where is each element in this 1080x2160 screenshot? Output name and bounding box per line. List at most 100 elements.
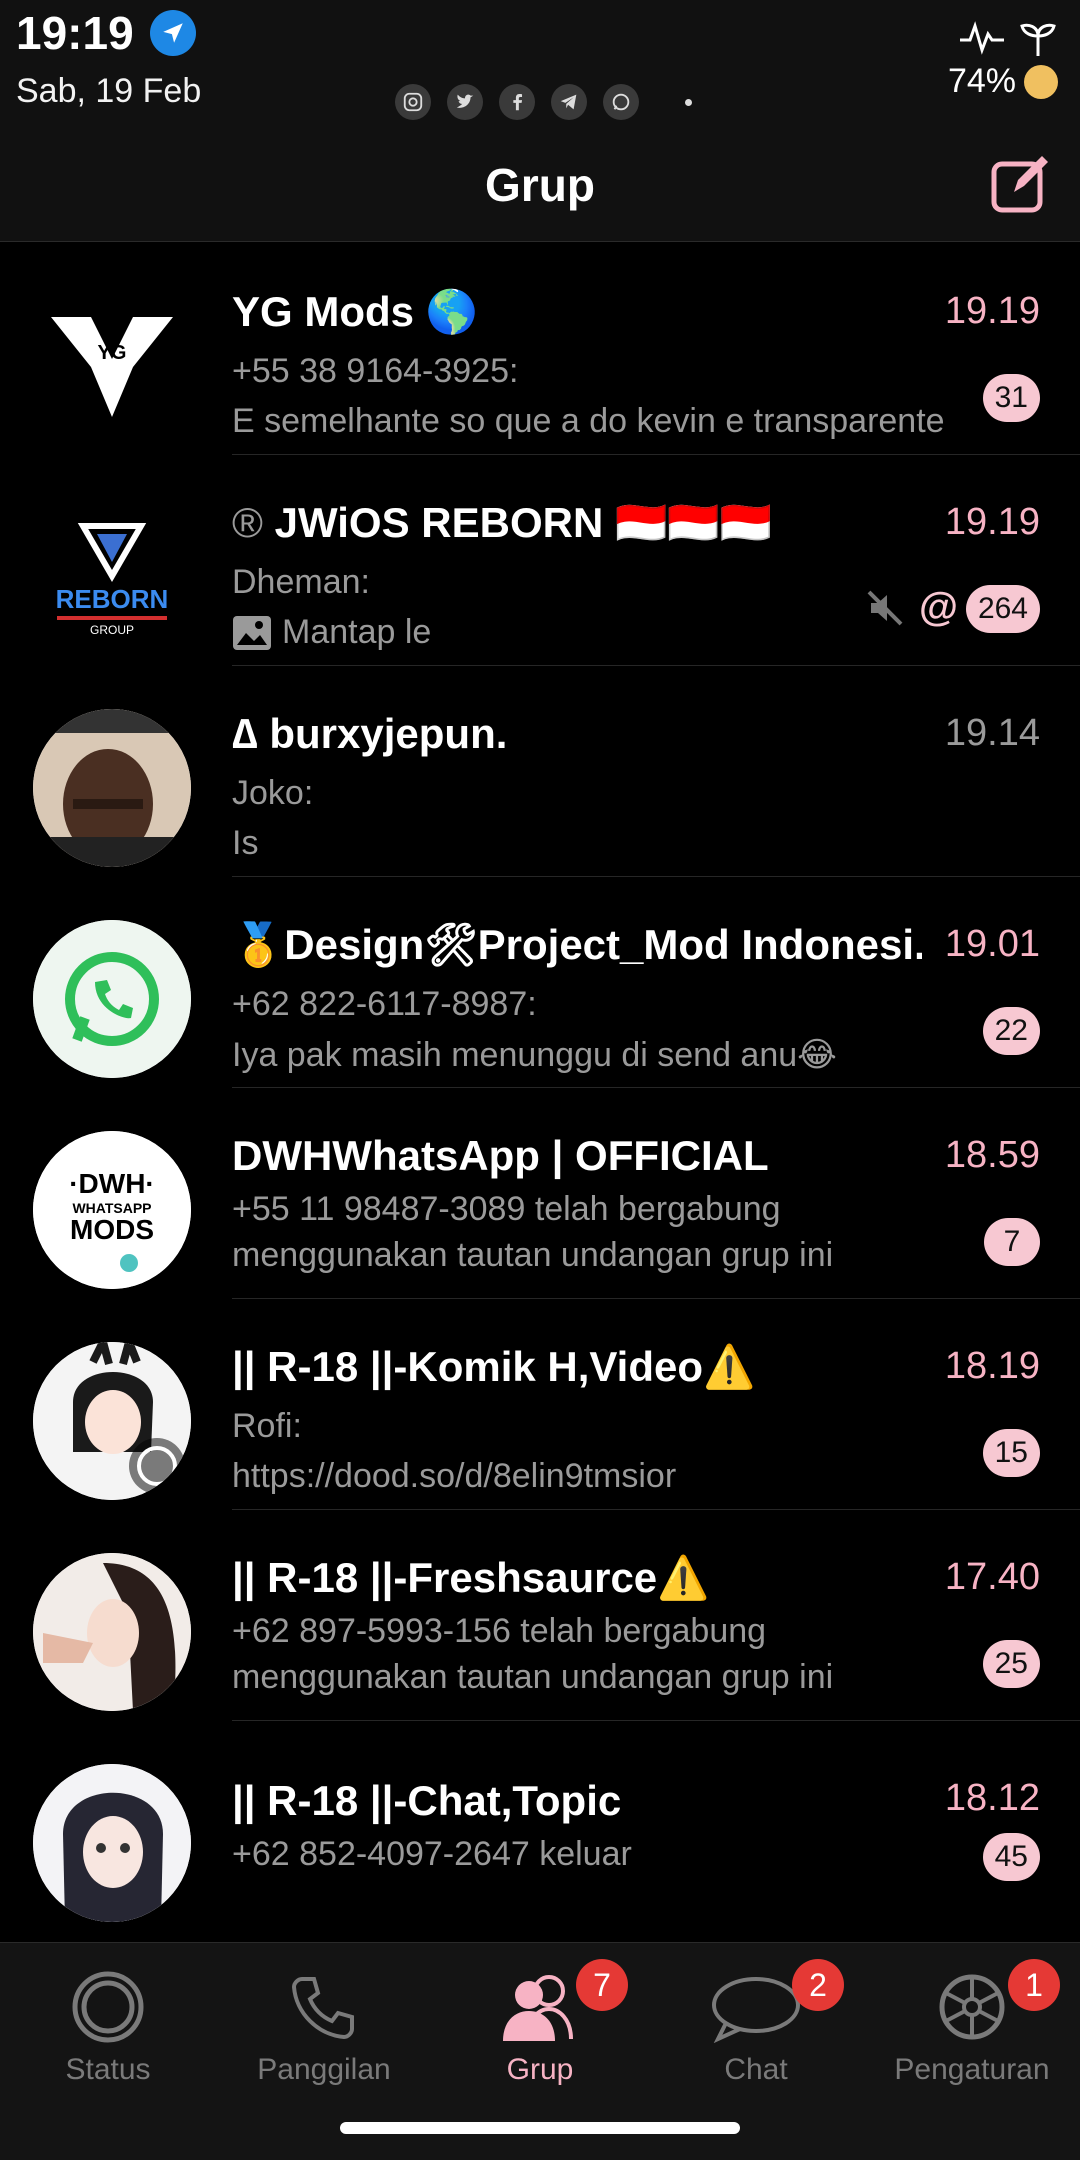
battery-percent: 74%	[947, 62, 1016, 100]
chat-row[interactable]: REBORN GROUP ® JWiOS REBORN 🇮🇩🇮🇩🇮🇩 19.19…	[0, 455, 1080, 666]
chat-time: 17.40	[944, 1556, 1040, 1598]
tab-settings[interactable]: Pengaturan 1	[864, 1959, 1080, 2087]
unread-badge: 7	[984, 1218, 1040, 1266]
avatar	[33, 1553, 191, 1711]
telegram-icon	[551, 84, 587, 120]
chat-preview-text: Mantap le	[282, 613, 432, 651]
tab-label: Panggilan	[257, 2053, 391, 2086]
chat-sender: +62 822-6117-8987:	[232, 985, 537, 1023]
chat-preview: +55 11 98487-3089 telah bergabung	[232, 1190, 781, 1228]
chat-title-text: JWiOS REBORN 🇮🇩🇮🇩🇮🇩	[274, 499, 772, 546]
chat-time: 19.14	[944, 712, 1040, 754]
home-indicator[interactable]	[340, 2122, 740, 2134]
chat-row[interactable]: ∆ burxyjepun. 19.14 Joko: Is	[0, 666, 1080, 877]
unread-badge: 45	[982, 1833, 1040, 1881]
chat-row[interactable]: 🥇Design🛠Project_Mod Indonesi... 19.01 +6…	[0, 877, 1080, 1088]
chat-row[interactable]: ·DWH· WHATSAPP MODS DWHWhatsApp | OFFICI…	[0, 1088, 1080, 1299]
chat-preview: menggunakan tautan undangan grup ini	[232, 1658, 834, 1696]
chat-time: 19.01	[944, 923, 1040, 965]
unread-badge: 25	[982, 1640, 1040, 1688]
avatar	[33, 709, 191, 867]
chat-preview: E semelhante so que a do kevin e transpa…	[232, 402, 945, 440]
chat-title: ∆ burxyjepun.	[232, 710, 508, 757]
whatsapp-icon	[603, 84, 639, 120]
chat-preview: https://dood.so/d/8elin9tmsior	[232, 1457, 677, 1495]
chat-preview: +62 852-4097-2647 keluar	[232, 1835, 632, 1873]
date: Sab, 19 Feb	[16, 72, 202, 110]
notification-icons	[395, 84, 692, 120]
chat-title: DWHWhatsApp | OFFICIAL	[232, 1132, 769, 1179]
avatar-logo-text: YG	[98, 342, 127, 364]
clock: 19:19	[16, 7, 134, 59]
chat-sender: Rofi:	[232, 1407, 302, 1445]
chat-title: 🥇Design🛠Project_Mod Indonesi...	[232, 921, 922, 968]
sprout-icon	[1020, 23, 1056, 56]
avatar	[33, 1764, 191, 1922]
tab-label: Grup	[506, 2053, 574, 2086]
chat-row[interactable]: || R-18 ||-Freshsaurce⚠️ 17.40 +62 897-5…	[0, 1510, 1080, 1721]
chat-sender: Dheman:	[232, 563, 370, 601]
unread-badge: 264	[965, 585, 1040, 633]
chat-preview: Mantap le	[232, 613, 972, 652]
chat-time: 18.19	[944, 1345, 1040, 1387]
system-icons	[958, 18, 1058, 58]
avatar: REBORN GROUP	[33, 498, 191, 656]
chat-title: ® JWiOS REBORN 🇮🇩🇮🇩🇮🇩	[232, 499, 922, 548]
status-bar: 19:19 Sab, 19 Feb 74%	[0, 0, 1080, 130]
tab-badge: 1	[1008, 1959, 1060, 2011]
chat-title: || R-18 ||-Chat,Topic	[232, 1777, 622, 1824]
mute-icon	[867, 590, 903, 625]
chat-row[interactable]: YG YG Mods 🌎 19.19 +55 38 9164-3925: E s…	[0, 244, 1080, 455]
chat-title: || R-18 ||-Freshsaurce⚠️	[232, 1554, 710, 1601]
instagram-icon	[395, 84, 431, 120]
avatar: YG	[33, 287, 191, 445]
chat-preview: Iya pak masih menunggu di send anu😂	[232, 1036, 837, 1074]
chat-preview: +62 897-5993-156 telah bergabung	[232, 1612, 767, 1650]
avatar-logo-text: MODS	[70, 1214, 154, 1245]
chat-time: 19.19	[944, 290, 1040, 332]
avatar-logo-subtext: GROUP	[90, 623, 134, 637]
chat-row[interactable]: || R-18 ||-Komik H,Video⚠️ 18.19 Rofi: h…	[0, 1299, 1080, 1510]
twitter-icon	[447, 84, 483, 120]
tab-chat[interactable]: Chat 2	[648, 1959, 864, 2087]
avatar	[33, 920, 191, 1078]
chat-title: || R-18 ||-Komik H,Video⚠️	[232, 1343, 756, 1390]
chat-title: YG Mods 🌎	[232, 288, 478, 335]
chat-time: 19.19	[944, 501, 1040, 543]
page-title: Grup	[485, 159, 595, 211]
tab-badge: 7	[576, 1959, 628, 2011]
chat-time: 18.12	[944, 1777, 1040, 1819]
tab-label: Chat	[724, 2053, 788, 2086]
unread-badge: 22	[982, 1007, 1040, 1055]
registered-icon: ®	[232, 499, 275, 546]
tab-label: Status	[65, 2053, 151, 2086]
activity-icon	[960, 21, 1004, 55]
chat-preview: menggunakan tautan undangan grup ini	[232, 1236, 834, 1274]
chat-status-icons: @	[865, 585, 958, 630]
image-icon	[233, 615, 271, 650]
tab-badge: 2	[792, 1959, 844, 2011]
tab-status[interactable]: Status	[0, 1967, 216, 2087]
avatar	[33, 1342, 191, 1500]
tab-calls[interactable]: Panggilan	[216, 1967, 432, 2087]
chat-row[interactable]: || R-18 ||-Chat,Topic 18.12 +62 852-4097…	[0, 1721, 1080, 1932]
unread-badge: 15	[982, 1429, 1040, 1477]
chat-sender: +55 38 9164-3925:	[232, 352, 519, 390]
tab-groups[interactable]: Grup 7	[432, 1959, 648, 2087]
group-list: YG YG Mods 🌎 19.19 +55 38 9164-3925: E s…	[0, 244, 1080, 1932]
battery-icon	[1024, 64, 1058, 99]
chat-sender: Joko:	[232, 774, 314, 812]
unread-badge: 31	[982, 374, 1040, 422]
status-icon	[0, 1967, 216, 2047]
compose-icon[interactable]	[986, 150, 1054, 218]
facebook-icon	[499, 84, 535, 120]
avatar-logo-text: REBORN	[56, 584, 169, 614]
location-arrow-icon	[150, 10, 196, 56]
more-notifications-dot	[685, 98, 692, 106]
mention-icon: @	[918, 585, 958, 629]
avatar-logo-text: ·DWH·	[69, 1168, 155, 1199]
battery-indicator: 74%	[948, 62, 1058, 101]
chat-time: 18.59	[944, 1134, 1040, 1176]
phone-icon	[216, 1967, 432, 2047]
tab-label: Pengaturan	[894, 2053, 1050, 2086]
